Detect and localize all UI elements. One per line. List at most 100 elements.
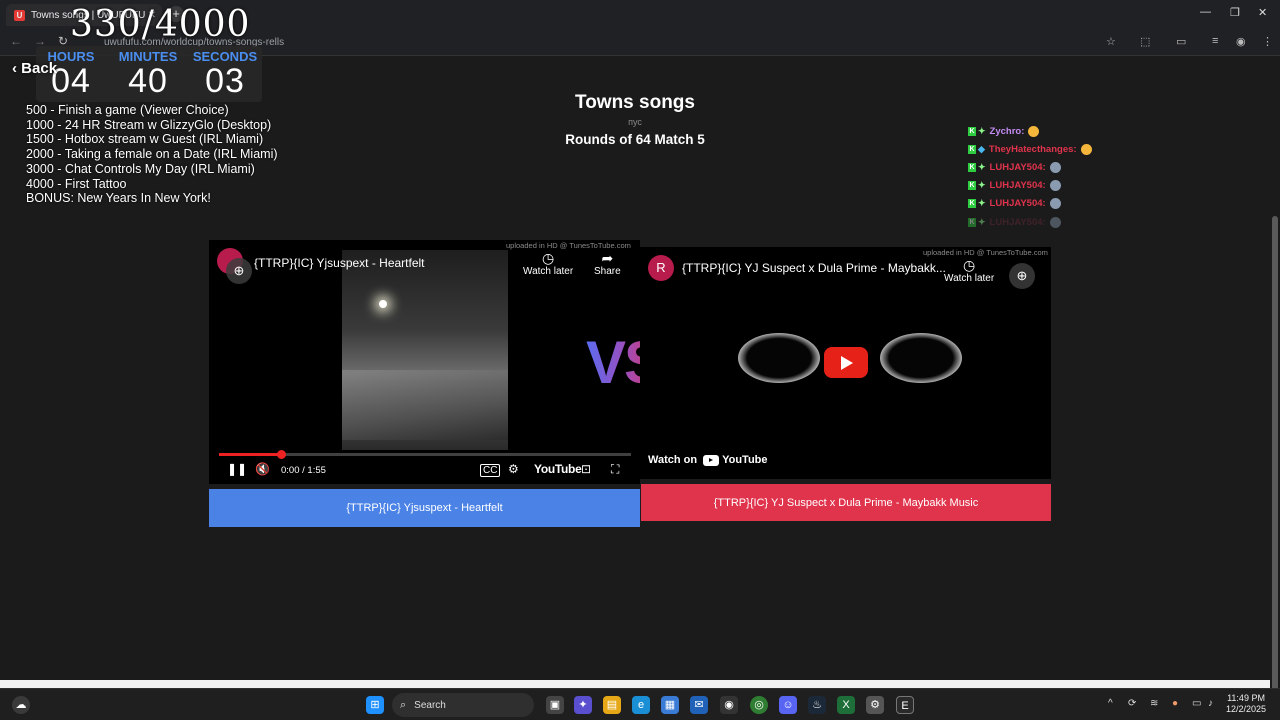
chat-message: K ✦ LUHJAY504: [968,177,1092,195]
search-icon: ⌕ [400,698,407,711]
vote-left-label: {TTRP}{IC} Yjsuspext - Heartfelt [346,502,503,514]
network-icon[interactable]: ≋ [1150,698,1158,709]
chevron-up-icon[interactable]: ^ [1108,698,1113,709]
emote-icon [1028,125,1040,137]
back-arrow-icon[interactable]: ← [10,34,22,48]
copilot-icon[interactable]: ✦ [574,696,592,714]
settings-icon[interactable]: ⚙ [866,696,884,714]
media-icon[interactable]: ≡ [1212,35,1218,47]
system-clock[interactable]: 11:49 PM 12/2/2025 [1226,693,1266,715]
right-video-player[interactable]: uploaded in HD @ TunesToTube.com R {TTRP… [640,247,1051,479]
zoom-in-icon[interactable]: ⊕ [1009,263,1035,289]
chat-message: K ◆ TheyHatecthanges: [968,140,1092,158]
steam-icon[interactable]: ♨ [808,696,826,714]
search-label: Search [414,699,446,711]
weather-widget-icon[interactable]: ☁ [12,696,30,714]
watch-later-label: Watch later [523,266,574,277]
scroll-thumb[interactable] [1272,216,1278,716]
menu-icon[interactable]: ⋮ [1262,35,1273,48]
settings-gear-icon[interactable]: ⚙ [508,462,519,476]
sparkle-badge-icon: ✦ [978,125,986,136]
edge-icon[interactable]: e [632,696,650,714]
profile-icon[interactable]: ◉ [1236,35,1246,48]
uploaded-watermark: uploaded in HD @ TunesToTube.com [923,248,1048,257]
video-time: 0:00 / 1:55 [281,465,326,476]
vertical-scrollbar[interactable] [1270,56,1280,716]
emote-icon [1049,161,1061,173]
kick-badge-icon: K [968,199,976,209]
watch-on-label: Watch on [648,454,698,466]
vote-left-button[interactable]: {TTRP}{IC} Yjsuspext - Heartfelt [209,489,640,527]
minimize-icon[interactable]: — [1200,6,1211,18]
vote-right-button[interactable]: {TTRP}{IC} YJ Suspect x Dula Prime - May… [641,484,1051,521]
obs-icon[interactable]: ◉ [720,696,738,714]
cast-icon[interactable]: ▭ [1176,35,1186,48]
kick-badge-icon: K [968,162,976,172]
watch-on-youtube-link[interactable]: Watch on YouTube [640,447,768,473]
file-explorer-icon[interactable]: ▤ [603,696,621,714]
timer-seconds: SECONDS 03 [190,46,260,98]
scrubber-handle[interactable] [276,450,286,459]
pause-icon[interactable]: ❚❚ [227,462,247,476]
back-link[interactable]: ‹ Back [12,60,57,77]
discord-icon[interactable]: ☺ [779,696,797,714]
gem-badge-icon: ◆ [978,143,985,154]
video-progress-bar[interactable] [219,450,631,459]
channel-avatar[interactable]: R [648,255,674,281]
chat-username: LUHJAY504: [989,216,1046,228]
chat-username: LUHJAY504: [989,198,1046,210]
kick-badge-icon: K [968,144,976,154]
sync-icon[interactable]: ⟳ [1128,698,1136,709]
watch-later-button[interactable]: ◷ Watch later [523,250,573,277]
start-button-icon[interactable]: ⊞ [366,696,384,714]
chat-message: K ✦ LUHJAY504: [968,213,1092,231]
goal-item: 3000 - Chat Controls My Day (IRL Miami) [26,161,255,176]
video-title[interactable]: {TTRP}{IC} Yjsuspext - Heartfelt [254,256,425,270]
excel-icon[interactable]: X [837,696,855,714]
kick-badge-icon: K [968,181,976,191]
display-icon[interactable]: ▭ [1192,698,1201,709]
bookmark-star-icon[interactable]: ☆ [1106,35,1116,48]
video-frame-road [342,370,508,440]
screen: { "browser": { "tab_title": "Towns songs… [0,0,1280,720]
chrome-icon[interactable]: ◎ [750,696,768,714]
emote-icon [1049,216,1061,228]
chat-overlay: K ✦ Zychro: K ◆ TheyHatecthanges: K ✦ LUHJAY50… [968,122,1092,231]
clock-time: 11:49 PM [1227,693,1265,703]
play-icon [841,356,853,370]
outlook-icon[interactable]: ✉ [690,696,708,714]
fullscreen-icon[interactable]: ⛶ [611,462,619,477]
taskbar-search[interactable]: ⌕ Search [392,693,534,717]
cast-icon[interactable]: ⊡ [581,462,591,476]
watch-later-label: Watch later [944,273,995,284]
captions-icon[interactable]: CC [480,464,501,477]
maximize-icon[interactable]: ❐ [1230,6,1240,19]
chat-username: LUHJAY504: [989,161,1046,173]
sparkle-badge-icon: ✦ [978,180,986,191]
video-title[interactable]: {TTRP}{IC} YJ Suspect x Dula Prime - May… [682,261,946,275]
vote-right-label: {TTRP}{IC} YJ Suspect x Dula Prime - May… [713,496,979,509]
close-window-icon[interactable]: ✕ [1258,6,1267,19]
goal-item: 4000 - First Tattoo [26,176,127,191]
uploaded-watermark: uploaded in HD @ TunesToTube.com [506,241,631,250]
youtube-logo-icon [703,454,720,466]
chat-message: K ✦ Zychro: [968,122,1092,140]
left-video-player[interactable]: uploaded in HD @ TunesToTube.com ⊕ {TTRP… [209,240,640,484]
epic-games-icon[interactable]: E [896,696,914,714]
goal-item: 2000 - Taking a female on a Date (IRL Mi… [26,147,278,162]
watch-later-button[interactable]: ◷ Watch later [944,257,994,284]
horizontal-scrollbar[interactable] [0,680,1270,688]
zoom-in-icon[interactable]: ⊕ [226,258,252,284]
youtube-logo[interactable]: YouTube [534,462,582,476]
task-view-icon[interactable]: ▣ [546,696,564,714]
play-button[interactable] [824,347,868,378]
volume-icon[interactable]: ♪ [1208,698,1213,709]
share-button[interactable]: ➦ Share [594,250,621,277]
progress-fill [219,453,281,456]
microphone-icon[interactable]: ● [1172,698,1178,709]
mute-icon[interactable]: 🔇 [255,462,270,476]
extensions-icon[interactable]: ⬚ [1140,35,1150,48]
store-icon[interactable]: ▦ [661,696,679,714]
favicon: U [14,9,25,21]
chevron-left-icon: ‹ [12,60,17,77]
